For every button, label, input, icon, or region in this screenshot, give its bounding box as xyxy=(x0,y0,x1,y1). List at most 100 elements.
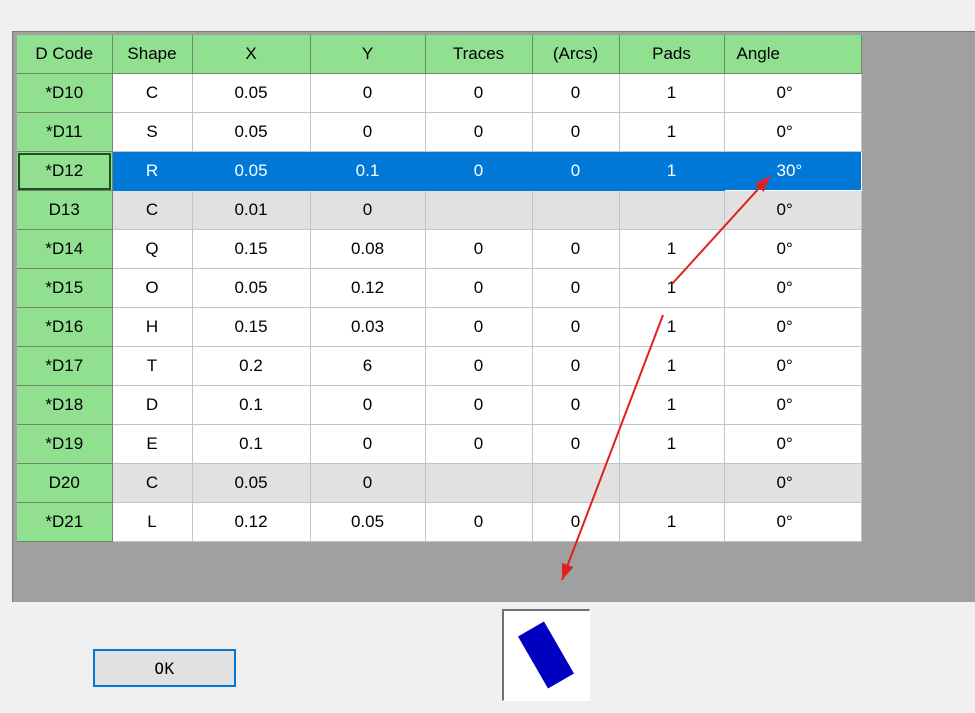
table-row[interactable]: *D10 C 0.05 0 0 0 1 0° xyxy=(17,73,862,113)
cell-y[interactable]: 0.1 xyxy=(310,151,426,191)
cell-arcs[interactable]: 0 xyxy=(532,112,620,152)
cell-pads[interactable]: 1 xyxy=(619,112,725,152)
row-header-dcode[interactable]: *D16 xyxy=(17,307,113,347)
column-header-x[interactable]: X xyxy=(192,35,311,74)
cell-pads[interactable]: 1 xyxy=(619,346,725,386)
table-row[interactable]: *D18 D 0.1 0 0 0 1 0° xyxy=(17,385,862,425)
table-row[interactable]: *D12 R 0.05 0.1 0 0 1 30° xyxy=(17,151,862,191)
cell-x[interactable]: 0.15 xyxy=(192,229,311,269)
cell-y[interactable]: 0 xyxy=(310,463,426,503)
row-header-dcode[interactable]: *D21 xyxy=(17,502,113,542)
column-header-y[interactable]: Y xyxy=(310,35,426,74)
cell-pads[interactable]: 1 xyxy=(619,307,725,347)
row-header-dcode[interactable]: *D18 xyxy=(17,385,113,425)
cell-y[interactable]: 0 xyxy=(310,424,426,464)
cell-shape[interactable]: C xyxy=(112,463,193,503)
cell-x[interactable]: 0.2 xyxy=(192,346,311,386)
table-row[interactable]: *D15 O 0.05 0.12 0 0 1 0° xyxy=(17,268,862,308)
cell-arcs[interactable]: 0 xyxy=(532,385,620,425)
cell-x[interactable]: 0.05 xyxy=(192,268,311,308)
cell-y[interactable]: 0.08 xyxy=(310,229,426,269)
cell-y[interactable]: 0.12 xyxy=(310,268,426,308)
table-row[interactable]: *D19 E 0.1 0 0 0 1 0° xyxy=(17,424,862,464)
cell-pads[interactable]: 1 xyxy=(619,268,725,308)
cell-x[interactable]: 0.05 xyxy=(192,73,311,113)
cell-arcs[interactable]: 0 xyxy=(532,229,620,269)
row-header-dcode[interactable]: *D15 xyxy=(17,268,113,308)
table-row[interactable]: *D17 T 0.2 6 0 0 1 0° xyxy=(17,346,862,386)
table-row[interactable]: D13 C 0.01 0 0° xyxy=(17,190,862,230)
row-header-dcode[interactable]: D20 xyxy=(17,463,113,503)
cell-angle[interactable]: 0° xyxy=(724,229,862,269)
cell-traces[interactable]: 0 xyxy=(425,307,533,347)
cell-arcs[interactable]: 0 xyxy=(532,268,620,308)
cell-traces[interactable]: 0 xyxy=(425,73,533,113)
table-row[interactable]: *D14 Q 0.15 0.08 0 0 1 0° xyxy=(17,229,862,269)
table-row[interactable]: *D21 L 0.12 0.05 0 0 1 0° xyxy=(17,502,862,542)
cell-x[interactable]: 0.15 xyxy=(192,307,311,347)
cell-angle[interactable]: 0° xyxy=(724,268,862,308)
cell-traces[interactable] xyxy=(425,190,533,230)
cell-traces[interactable]: 0 xyxy=(425,424,533,464)
cell-traces[interactable]: 0 xyxy=(425,385,533,425)
column-header-angle[interactable]: Angle xyxy=(724,35,862,74)
cell-y[interactable]: 0 xyxy=(310,385,426,425)
cell-pads[interactable]: 1 xyxy=(619,151,725,191)
table-row[interactable]: D20 C 0.05 0 0° xyxy=(17,463,862,503)
cell-arcs[interactable]: 0 xyxy=(532,424,620,464)
cell-x[interactable]: 0.05 xyxy=(192,151,311,191)
cell-pads[interactable]: 1 xyxy=(619,229,725,269)
cell-pads[interactable] xyxy=(619,463,725,503)
cell-arcs[interactable]: 0 xyxy=(532,346,620,386)
cell-angle[interactable]: 0° xyxy=(724,502,862,542)
cell-angle[interactable]: 0° xyxy=(724,307,862,347)
cell-pads[interactable]: 1 xyxy=(619,73,725,113)
cell-traces[interactable]: 0 xyxy=(425,151,533,191)
cell-arcs[interactable]: 0 xyxy=(532,307,620,347)
cell-x[interactable]: 0.12 xyxy=(192,502,311,542)
cell-traces[interactable]: 0 xyxy=(425,502,533,542)
cell-arcs[interactable]: 0 xyxy=(532,151,620,191)
ok-button[interactable]: OK xyxy=(93,649,236,687)
table-row[interactable]: *D11 S 0.05 0 0 0 1 0° xyxy=(17,112,862,152)
cell-angle[interactable]: 0° xyxy=(724,463,862,503)
cell-angle[interactable]: 0° xyxy=(724,424,862,464)
row-header-dcode[interactable]: *D14 xyxy=(17,229,113,269)
cell-x[interactable]: 0.1 xyxy=(192,385,311,425)
cell-arcs[interactable]: 0 xyxy=(532,73,620,113)
cell-arcs[interactable]: 0 xyxy=(532,502,620,542)
row-header-dcode[interactable]: D13 xyxy=(17,190,113,230)
cell-angle[interactable]: 0° xyxy=(724,346,862,386)
row-header-dcode[interactable]: *D19 xyxy=(17,424,113,464)
cell-pads[interactable]: 1 xyxy=(619,385,725,425)
cell-shape[interactable]: E xyxy=(112,424,193,464)
row-header-dcode[interactable]: *D17 xyxy=(17,346,113,386)
column-header-traces[interactable]: Traces xyxy=(425,35,533,74)
cell-y[interactable]: 0 xyxy=(310,112,426,152)
cell-traces[interactable]: 0 xyxy=(425,268,533,308)
row-header-dcode[interactable]: *D12 xyxy=(17,151,113,191)
cell-y[interactable]: 0.03 xyxy=(310,307,426,347)
column-header-shape[interactable]: Shape xyxy=(112,35,193,74)
cell-pads[interactable] xyxy=(619,190,725,230)
cell-shape[interactable]: H xyxy=(112,307,193,347)
column-header-pads[interactable]: Pads xyxy=(619,35,725,74)
cell-y[interactable]: 0 xyxy=(310,190,426,230)
column-header-dcode[interactable]: D Code xyxy=(17,35,113,74)
cell-x[interactable]: 0.05 xyxy=(192,112,311,152)
cell-angle[interactable]: 0° xyxy=(724,385,862,425)
cell-pads[interactable]: 1 xyxy=(619,424,725,464)
cell-shape[interactable]: T xyxy=(112,346,193,386)
cell-traces[interactable]: 0 xyxy=(425,346,533,386)
cell-shape[interactable]: O xyxy=(112,268,193,308)
cell-angle[interactable]: 0° xyxy=(724,190,862,230)
cell-y[interactable]: 0.05 xyxy=(310,502,426,542)
cell-shape[interactable]: C xyxy=(112,190,193,230)
cell-y[interactable]: 0 xyxy=(310,73,426,113)
cell-pads[interactable]: 1 xyxy=(619,502,725,542)
cell-shape[interactable]: L xyxy=(112,502,193,542)
cell-traces[interactable]: 0 xyxy=(425,229,533,269)
cell-shape[interactable]: C xyxy=(112,73,193,113)
cell-y[interactable]: 6 xyxy=(310,346,426,386)
cell-angle[interactable]: 0° xyxy=(724,112,862,152)
